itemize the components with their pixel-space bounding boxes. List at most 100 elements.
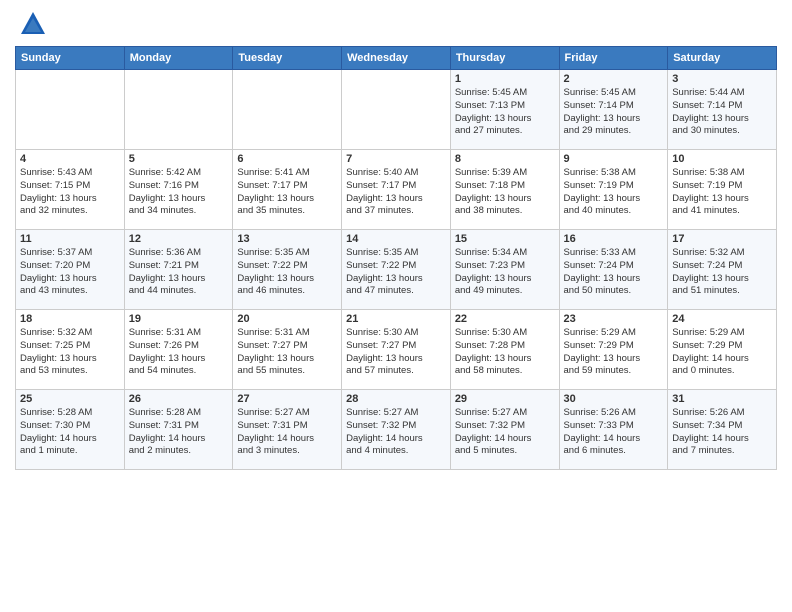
weekday-header: Sunday — [16, 47, 125, 70]
day-detail: Sunrise: 5:36 AM Sunset: 7:21 PM Dayligh… — [129, 247, 229, 298]
day-detail: Sunrise: 5:37 AM Sunset: 7:20 PM Dayligh… — [20, 247, 120, 298]
day-number: 7 — [346, 153, 446, 165]
day-number: 5 — [129, 153, 229, 165]
day-detail: Sunrise: 5:28 AM Sunset: 7:30 PM Dayligh… — [20, 407, 120, 458]
day-detail: Sunrise: 5:45 AM Sunset: 7:14 PM Dayligh… — [564, 87, 664, 138]
day-number: 20 — [237, 313, 337, 325]
logo — [15, 10, 47, 38]
day-number: 22 — [455, 313, 555, 325]
weekday-header: Wednesday — [342, 47, 451, 70]
table-row: 23 Sunrise: 5:29 AM Sunset: 7:29 PM Dayli… — [559, 310, 668, 390]
weekday-header: Friday — [559, 47, 668, 70]
day-detail: Sunrise: 5:40 AM Sunset: 7:17 PM Dayligh… — [346, 167, 446, 218]
table-row — [233, 70, 342, 150]
weekday-header: Saturday — [668, 47, 777, 70]
day-detail: Sunrise: 5:26 AM Sunset: 7:33 PM Dayligh… — [564, 407, 664, 458]
table-row: 13 Sunrise: 5:35 AM Sunset: 7:22 PM Dayli… — [233, 230, 342, 310]
calendar-week-row: 1 Sunrise: 5:45 AM Sunset: 7:13 PM Daylig… — [16, 70, 777, 150]
day-detail: Sunrise: 5:35 AM Sunset: 7:22 PM Dayligh… — [237, 247, 337, 298]
day-number: 9 — [564, 153, 664, 165]
calendar-week-row: 18Sunrise: 5:32 AM Sunset: 7:25 PM Dayli… — [16, 310, 777, 390]
day-detail: Sunrise: 5:29 AM Sunset: 7:29 PM Dayligh… — [672, 327, 772, 378]
day-detail: Sunrise: 5:38 AM Sunset: 7:19 PM Dayligh… — [564, 167, 664, 218]
day-number: 3 — [672, 73, 772, 85]
table-row: 4Sunrise: 5:43 AM Sunset: 7:15 PM Daylig… — [16, 150, 125, 230]
table-row: 25 Sunrise: 5:28 AM Sunset: 7:30 PM Dayli… — [16, 390, 125, 470]
calendar-week-row: 11 Sunrise: 5:37 AM Sunset: 7:20 PM Dayli… — [16, 230, 777, 310]
day-number: 2 — [564, 73, 664, 85]
table-row: 15Sunrise: 5:34 AM Sunset: 7:23 PM Dayli… — [450, 230, 559, 310]
table-row: 22Sunrise: 5:30 AM Sunset: 7:28 PM Dayli… — [450, 310, 559, 390]
day-detail: Sunrise: 5:26 AM Sunset: 7:34 PM Dayligh… — [672, 407, 772, 458]
day-detail: Sunrise: 5:27 AM Sunset: 7:32 PM Dayligh… — [455, 407, 555, 458]
day-detail: Sunrise: 5:33 AM Sunset: 7:24 PM Dayligh… — [564, 247, 664, 298]
day-number: 24 — [672, 313, 772, 325]
day-detail: Sunrise: 5:30 AM Sunset: 7:27 PM Dayligh… — [346, 327, 446, 378]
day-detail: Sunrise: 5:42 AM Sunset: 7:16 PM Dayligh… — [129, 167, 229, 218]
table-row: 16 Sunrise: 5:33 AM Sunset: 7:24 PM Dayli… — [559, 230, 668, 310]
day-number: 28 — [346, 393, 446, 405]
day-number: 16 — [564, 233, 664, 245]
day-number: 31 — [672, 393, 772, 405]
day-detail: Sunrise: 5:27 AM Sunset: 7:32 PM Dayligh… — [346, 407, 446, 458]
table-row: 11 Sunrise: 5:37 AM Sunset: 7:20 PM Dayli… — [16, 230, 125, 310]
table-row: 20 Sunrise: 5:31 AM Sunset: 7:27 PM Dayli… — [233, 310, 342, 390]
calendar-week-row: 25 Sunrise: 5:28 AM Sunset: 7:30 PM Dayli… — [16, 390, 777, 470]
day-detail: Sunrise: 5:38 AM Sunset: 7:19 PM Dayligh… — [672, 167, 772, 218]
day-number: 19 — [129, 313, 229, 325]
calendar-week-row: 4Sunrise: 5:43 AM Sunset: 7:15 PM Daylig… — [16, 150, 777, 230]
day-number: 30 — [564, 393, 664, 405]
table-row: 2 Sunrise: 5:45 AM Sunset: 7:14 PM Daylig… — [559, 70, 668, 150]
day-number: 27 — [237, 393, 337, 405]
day-number: 10 — [672, 153, 772, 165]
table-row: 18Sunrise: 5:32 AM Sunset: 7:25 PM Dayli… — [16, 310, 125, 390]
table-row: 17 Sunrise: 5:32 AM Sunset: 7:24 PM Dayli… — [668, 230, 777, 310]
table-row: 12 Sunrise: 5:36 AM Sunset: 7:21 PM Dayli… — [124, 230, 233, 310]
table-row: 8Sunrise: 5:39 AM Sunset: 7:18 PM Daylig… — [450, 150, 559, 230]
table-row: 19 Sunrise: 5:31 AM Sunset: 7:26 PM Dayli… — [124, 310, 233, 390]
day-number: 26 — [129, 393, 229, 405]
table-row: 27 Sunrise: 5:27 AM Sunset: 7:31 PM Dayli… — [233, 390, 342, 470]
day-number: 17 — [672, 233, 772, 245]
day-detail: Sunrise: 5:27 AM Sunset: 7:31 PM Dayligh… — [237, 407, 337, 458]
weekday-header: Thursday — [450, 47, 559, 70]
day-number: 13 — [237, 233, 337, 245]
day-detail: Sunrise: 5:45 AM Sunset: 7:13 PM Dayligh… — [455, 87, 555, 138]
day-number: 21 — [346, 313, 446, 325]
table-row: 3Sunrise: 5:44 AM Sunset: 7:14 PM Daylig… — [668, 70, 777, 150]
table-row: 9 Sunrise: 5:38 AM Sunset: 7:19 PM Daylig… — [559, 150, 668, 230]
day-number: 8 — [455, 153, 555, 165]
page-container: SundayMondayTuesdayWednesdayThursdayFrid… — [0, 0, 792, 480]
header — [15, 10, 777, 38]
table-row: 31 Sunrise: 5:26 AM Sunset: 7:34 PM Dayli… — [668, 390, 777, 470]
day-detail: Sunrise: 5:35 AM Sunset: 7:22 PM Dayligh… — [346, 247, 446, 298]
day-number: 6 — [237, 153, 337, 165]
day-detail: Sunrise: 5:31 AM Sunset: 7:27 PM Dayligh… — [237, 327, 337, 378]
day-number: 18 — [20, 313, 120, 325]
day-number: 23 — [564, 313, 664, 325]
table-row: 14 Sunrise: 5:35 AM Sunset: 7:22 PM Dayli… — [342, 230, 451, 310]
day-number: 14 — [346, 233, 446, 245]
day-detail: Sunrise: 5:43 AM Sunset: 7:15 PM Dayligh… — [20, 167, 120, 218]
table-row: 24 Sunrise: 5:29 AM Sunset: 7:29 PM Dayli… — [668, 310, 777, 390]
calendar-table: SundayMondayTuesdayWednesdayThursdayFrid… — [15, 46, 777, 470]
day-number: 25 — [20, 393, 120, 405]
weekday-header: Tuesday — [233, 47, 342, 70]
weekday-header: Monday — [124, 47, 233, 70]
day-detail: Sunrise: 5:31 AM Sunset: 7:26 PM Dayligh… — [129, 327, 229, 378]
day-detail: Sunrise: 5:29 AM Sunset: 7:29 PM Dayligh… — [564, 327, 664, 378]
table-row — [124, 70, 233, 150]
table-row: 29Sunrise: 5:27 AM Sunset: 7:32 PM Dayli… — [450, 390, 559, 470]
day-number: 1 — [455, 73, 555, 85]
table-row — [16, 70, 125, 150]
table-row: 7 Sunrise: 5:40 AM Sunset: 7:17 PM Daylig… — [342, 150, 451, 230]
table-row: 26Sunrise: 5:28 AM Sunset: 7:31 PM Dayli… — [124, 390, 233, 470]
day-number: 12 — [129, 233, 229, 245]
table-row: 5 Sunrise: 5:42 AM Sunset: 7:16 PM Daylig… — [124, 150, 233, 230]
weekday-header-row: SundayMondayTuesdayWednesdayThursdayFrid… — [16, 47, 777, 70]
table-row: 21 Sunrise: 5:30 AM Sunset: 7:27 PM Dayli… — [342, 310, 451, 390]
day-detail: Sunrise: 5:32 AM Sunset: 7:24 PM Dayligh… — [672, 247, 772, 298]
table-row — [342, 70, 451, 150]
table-row: 10 Sunrise: 5:38 AM Sunset: 7:19 PM Dayli… — [668, 150, 777, 230]
day-number: 11 — [20, 233, 120, 245]
